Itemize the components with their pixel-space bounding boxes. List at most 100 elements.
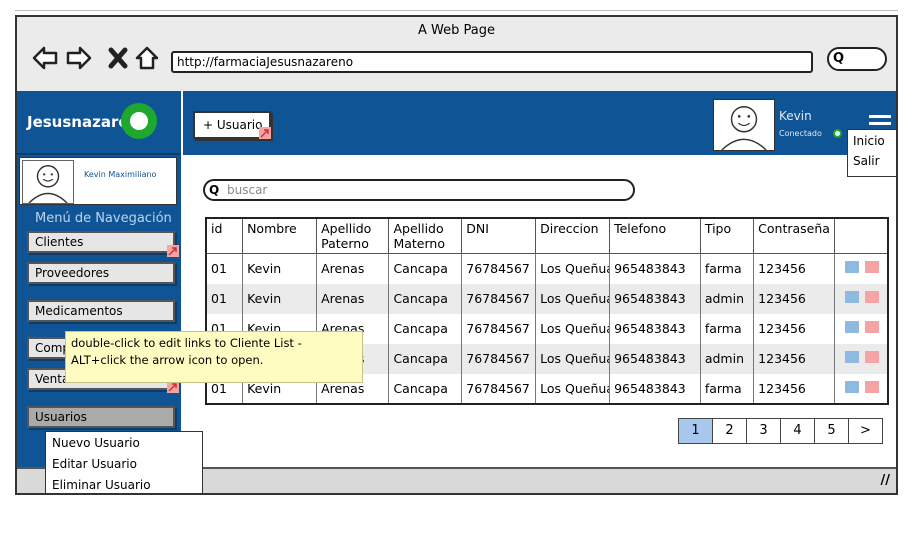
row-actions (834, 253, 888, 284)
table-cell: farma (700, 253, 755, 284)
browser-window: A Web Page http://farmaciaJesusnazareno … (15, 15, 898, 495)
sidebar-item-label: Proveedores (35, 266, 110, 280)
usuarios-submenu: Nuevo Usuario Editar Usuario Eliminar Us… (45, 431, 203, 493)
dropdown-item-salir[interactable]: Salir (853, 154, 880, 168)
top-divider (15, 10, 898, 11)
resize-grip-icon[interactable]: // (881, 473, 891, 488)
search-input[interactable]: Q buscar (203, 179, 635, 201)
table-cell: Cancapa (388, 253, 463, 284)
edit-icon[interactable] (844, 291, 859, 303)
user-avatar (713, 99, 775, 151)
column-header: DNI (461, 218, 537, 254)
table-cell: 76784567 (461, 343, 537, 374)
edit-icon[interactable] (844, 380, 859, 393)
sidebar-item-usuarios[interactable]: Usuarios (27, 406, 175, 428)
table-cell: 123456 (753, 313, 835, 344)
column-header: Tipo (700, 218, 755, 254)
page-2-button[interactable]: 2 (712, 418, 747, 444)
column-header: Contraseña (753, 218, 835, 254)
row-actions (834, 283, 888, 314)
table-cell: Cancapa (388, 313, 463, 344)
table-cell: Los Queñuales (535, 283, 611, 314)
table-cell: 76784567 (461, 313, 537, 344)
link-arrow-icon[interactable] (167, 245, 179, 257)
table-cell: 965483843 (609, 313, 701, 344)
column-header: Direccion (535, 218, 611, 254)
brand-bar: Jesusnazareno (17, 91, 181, 155)
submenu-item-nuevo-usuario[interactable]: Nuevo Usuario (52, 436, 140, 450)
table-cell: 965483843 (609, 253, 701, 284)
column-header: Apellido Paterno (316, 218, 390, 254)
table-cell: 123456 (753, 373, 835, 404)
forward-arrow-icon[interactable] (65, 43, 93, 73)
page-content: Jesusnazareno Kevin Maximiliano Menú de … (17, 91, 896, 493)
table-cell: Arenas (316, 283, 390, 314)
row-actions (834, 313, 888, 344)
table-cell: admin (700, 343, 755, 374)
delete-icon[interactable] (864, 380, 879, 393)
sidebar-item-label: Medicamentos (35, 304, 123, 318)
table-cell: 123456 (753, 343, 835, 374)
table-row: 01KevinArenasCancapa76784567Los Queñuale… (206, 253, 888, 284)
edit-icon[interactable] (844, 261, 859, 274)
page-4-button[interactable]: 4 (780, 418, 815, 444)
table-cell: farma (700, 313, 755, 344)
row-actions (834, 373, 888, 404)
link-tooltip: double-click to edit links to Cliente Li… (65, 331, 363, 383)
column-header: id (206, 218, 244, 254)
delete-icon[interactable] (864, 351, 879, 363)
logo-icon (121, 103, 157, 139)
table-row: 01KevinArenasCancapa76784567Los Queñuale… (206, 283, 888, 314)
submenu-item-eliminar-usuario[interactable]: Eliminar Usuario (52, 478, 151, 492)
profile-card: Kevin Maximiliano (19, 157, 177, 205)
top-header: + Usuario Kevin Conectado (183, 91, 896, 155)
table-cell: Los Queñuales (535, 343, 611, 374)
sidebar-item-medicamentos[interactable]: Medicamentos (27, 300, 175, 322)
table-cell: 76784567 (461, 253, 537, 284)
table-cell: Los Queñuales (535, 313, 611, 344)
user-dropdown-menu: Inicio Salir (847, 129, 896, 177)
table-cell: 01 (206, 283, 244, 314)
table-cell: Cancapa (388, 283, 463, 314)
column-header: Apellido Materno (388, 218, 463, 254)
table-cell: 965483843 (609, 373, 701, 404)
table-cell: 76784567 (461, 283, 537, 314)
next-page-button[interactable]: > (848, 418, 883, 444)
browser-toolbar: http://farmaciaJesusnazareno Q (17, 41, 896, 85)
profile-name: Kevin Maximiliano (84, 170, 157, 179)
browser-search-field[interactable]: Q (827, 47, 887, 71)
submenu-item-editar-usuario[interactable]: Editar Usuario (52, 457, 137, 471)
online-status-icon (833, 129, 842, 138)
page-5-button[interactable]: 5 (814, 418, 849, 444)
edit-icon[interactable] (844, 351, 859, 363)
row-actions (834, 343, 888, 374)
table-cell: 01 (206, 253, 244, 284)
link-arrow-icon[interactable] (259, 127, 271, 139)
table-cell: Los Queñuales (535, 373, 611, 404)
sidebar-item-clientes[interactable]: Clientes (27, 231, 175, 253)
page-1-button[interactable]: 1 (678, 418, 713, 444)
user-status: Conectado (779, 129, 822, 138)
table-cell: 123456 (753, 253, 835, 284)
user-name: Kevin (779, 109, 812, 123)
sidebar: Jesusnazareno Kevin Maximiliano Menú de … (17, 91, 181, 467)
table-cell: Kevin (242, 253, 318, 284)
dropdown-item-inicio[interactable]: Inicio (853, 134, 885, 148)
delete-icon[interactable] (864, 321, 879, 333)
table-cell: admin (700, 283, 755, 314)
sidebar-item-proveedores[interactable]: Proveedores (27, 262, 175, 284)
table-cell: Kevin (242, 283, 318, 314)
delete-icon[interactable] (864, 261, 879, 274)
table-cell: Los Queñuales (535, 253, 611, 284)
back-arrow-icon[interactable] (31, 43, 59, 73)
edit-icon[interactable] (844, 321, 859, 333)
home-icon[interactable] (133, 43, 161, 73)
url-field[interactable]: http://farmaciaJesusnazareno (171, 51, 813, 73)
stop-x-icon[interactable] (105, 43, 133, 73)
table-cell: Arenas (316, 253, 390, 284)
delete-icon[interactable] (864, 291, 879, 303)
table-cell: 76784567 (461, 373, 537, 404)
table-cell: farma (700, 373, 755, 404)
page-3-button[interactable]: 3 (746, 418, 781, 444)
avatar (22, 160, 74, 204)
